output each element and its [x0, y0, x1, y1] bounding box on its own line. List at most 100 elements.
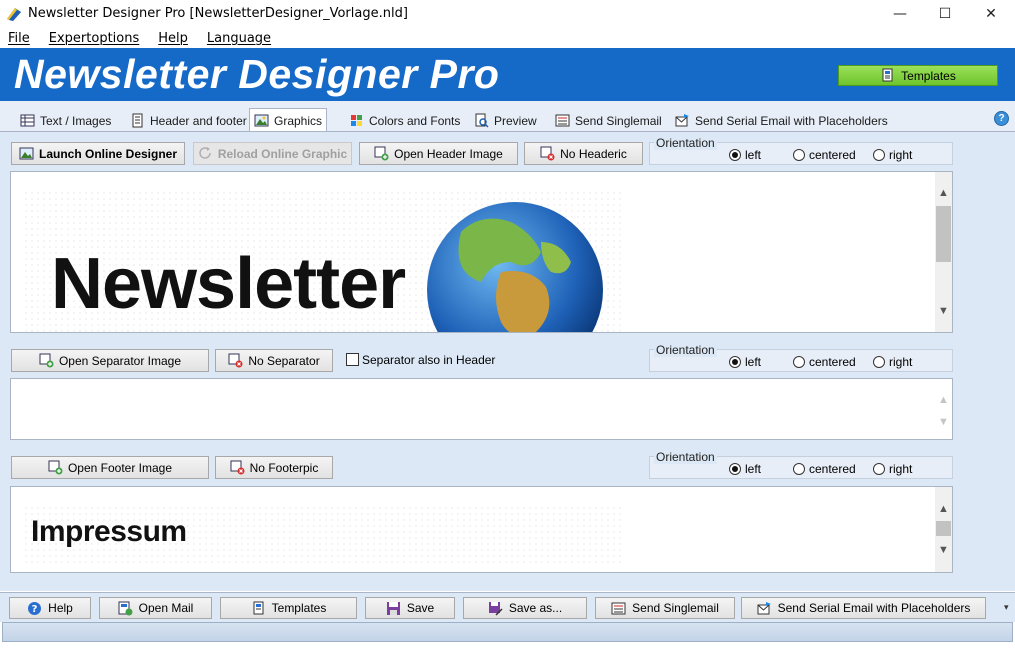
templates-banner-label: Templates	[901, 68, 956, 83]
footer-orient-right-radio[interactable]: right	[873, 462, 912, 476]
remove-image-icon	[540, 146, 555, 161]
radio-label: right	[889, 148, 913, 162]
separator-in-header-label: Separator also in Header	[362, 353, 496, 367]
svg-text:?: ?	[32, 604, 38, 615]
open-header-label: Open Header Image	[394, 146, 503, 161]
launch-online-designer-button[interactable]: Launch Online Designer	[11, 142, 185, 165]
open-mail-label: Open Mail	[138, 601, 194, 615]
open-mail-button[interactable]: Open Mail	[99, 597, 212, 619]
menu-language[interactable]: Language	[207, 31, 271, 46]
tab-colors-and-fonts[interactable]: Colors and Fonts	[346, 110, 463, 131]
minimize-button[interactable]: —	[877, 0, 923, 28]
scroll-up-icon[interactable]: ▲	[935, 500, 952, 517]
help-button[interactable]: ? Help	[9, 597, 91, 619]
palette-icon	[351, 115, 362, 126]
templates-icon	[882, 68, 893, 82]
radio-dot	[729, 149, 741, 161]
radio-label: centered	[809, 148, 856, 162]
templates-banner-button[interactable]: Templates	[838, 65, 998, 86]
menu-file[interactable]: File	[8, 31, 30, 46]
save-as-button[interactable]: Save as...	[463, 597, 587, 619]
header-orient-centered-radio[interactable]: centered	[793, 148, 856, 162]
separator-orient-centered-radio[interactable]: centered	[793, 355, 856, 369]
radio-dot	[793, 356, 805, 368]
tab-text-images[interactable]: Text / Images	[17, 110, 114, 131]
radio-label: centered	[809, 355, 856, 369]
radio-label: centered	[809, 462, 856, 476]
menu-expertoptions[interactable]: Expertoptions	[49, 31, 139, 46]
separator-in-header-checkbox[interactable]	[346, 353, 359, 366]
help-icon: ?	[28, 601, 42, 615]
save-as-label: Save as...	[508, 601, 563, 615]
tab-label: Colors and Fonts	[369, 113, 461, 128]
document-icon	[132, 113, 143, 128]
remove-image-icon	[228, 353, 243, 368]
scroll-thumb[interactable]	[936, 206, 951, 262]
tab-label: Send Serial Email with Placeholders	[695, 113, 888, 128]
radio-label: right	[889, 355, 913, 369]
no-header-pic-button[interactable]: No Headeric	[524, 142, 643, 165]
save-button[interactable]: Save	[365, 597, 455, 619]
radio-label: left	[745, 462, 762, 476]
send-singlemail-button[interactable]: Send Singlemail	[595, 597, 735, 619]
radio-dot	[729, 463, 741, 475]
reload-label: Reload Online Graphic	[217, 146, 348, 161]
footer-image-text: Impressum	[31, 515, 187, 548]
tab-header-and-footer[interactable]: Header and footer	[127, 110, 250, 131]
window-title: Newsletter Designer Pro [NewsletterDesig…	[28, 6, 408, 21]
no-separator-button[interactable]: No Separator	[215, 349, 333, 372]
scroll-down-icon[interactable]: ▼	[935, 541, 952, 558]
open-header-image-button[interactable]: Open Header Image	[359, 142, 518, 165]
send-singlemail-label: Send Singlemail	[632, 601, 719, 615]
banner-title: Newsletter Designer Pro	[14, 51, 500, 97]
mail-send-icon	[757, 601, 771, 614]
separator-orient-right-radio[interactable]: right	[873, 355, 912, 369]
add-image-icon	[39, 353, 54, 368]
templates-button[interactable]: Templates	[220, 597, 357, 619]
scroll-down-icon[interactable]: ▼	[935, 302, 952, 319]
header-orient-right-radio[interactable]: right	[873, 148, 912, 162]
open-separator-image-button[interactable]: Open Separator Image	[11, 349, 209, 372]
help-icon[interactable]: ?	[994, 111, 1009, 126]
scroll-down-icon: ▼	[938, 415, 949, 428]
open-mail-icon	[118, 601, 133, 615]
maximize-button[interactable]: ☐	[922, 0, 968, 28]
toolbar-overflow-icon[interactable]: ▾	[1004, 602, 1009, 613]
tab-label: Preview	[494, 113, 537, 128]
tab-send-singlemail[interactable]: Send Singlemail	[552, 110, 665, 131]
launch-label: Launch Online Designer	[38, 146, 178, 161]
radio-dot	[793, 463, 805, 475]
orientation-legend: Orientation	[654, 450, 717, 464]
header-image-text: Newsletter	[51, 244, 406, 324]
templates-icon	[253, 601, 264, 614]
tab-graphics[interactable]: Graphics	[249, 108, 328, 132]
remove-image-icon	[230, 460, 245, 475]
reload-online-graphic-button[interactable]: Reload Online Graphic	[193, 142, 352, 165]
footer-orient-left-radio[interactable]: left	[729, 462, 761, 476]
scroll-up-icon[interactable]: ▲	[935, 184, 952, 201]
radio-dot	[873, 356, 885, 368]
magnifier-icon	[475, 113, 489, 128]
separator-orient-left-radio[interactable]: left	[729, 355, 761, 369]
tab-send-serial-email[interactable]: Send Serial Email with Placeholders	[672, 110, 891, 131]
mail-list-icon	[555, 114, 570, 127]
close-button[interactable]: ✕	[968, 0, 1014, 28]
header-orient-left-radio[interactable]: left	[729, 148, 761, 162]
app-icon	[7, 8, 21, 21]
no-footer-label: No Footerpic	[249, 460, 319, 475]
send-serial-email-button[interactable]: Send Serial Email with Placeholders	[741, 597, 986, 619]
help-label: Help	[48, 601, 73, 615]
orientation-legend: Orientation	[654, 343, 717, 357]
open-footer-image-button[interactable]: Open Footer Image	[11, 456, 209, 479]
open-separator-label: Open Separator Image	[58, 353, 182, 368]
header-image-box: Newsletter	[10, 171, 953, 333]
scroll-thumb[interactable]	[936, 521, 951, 536]
tab-preview[interactable]: Preview	[471, 110, 540, 131]
mail-send-icon	[675, 114, 689, 127]
radio-dot	[729, 356, 741, 368]
separator-image-box	[10, 378, 953, 440]
menu-help[interactable]: Help	[158, 31, 188, 46]
no-footer-pic-button[interactable]: No Footerpic	[215, 456, 333, 479]
picture-icon	[19, 147, 34, 160]
footer-orient-centered-radio[interactable]: centered	[793, 462, 856, 476]
